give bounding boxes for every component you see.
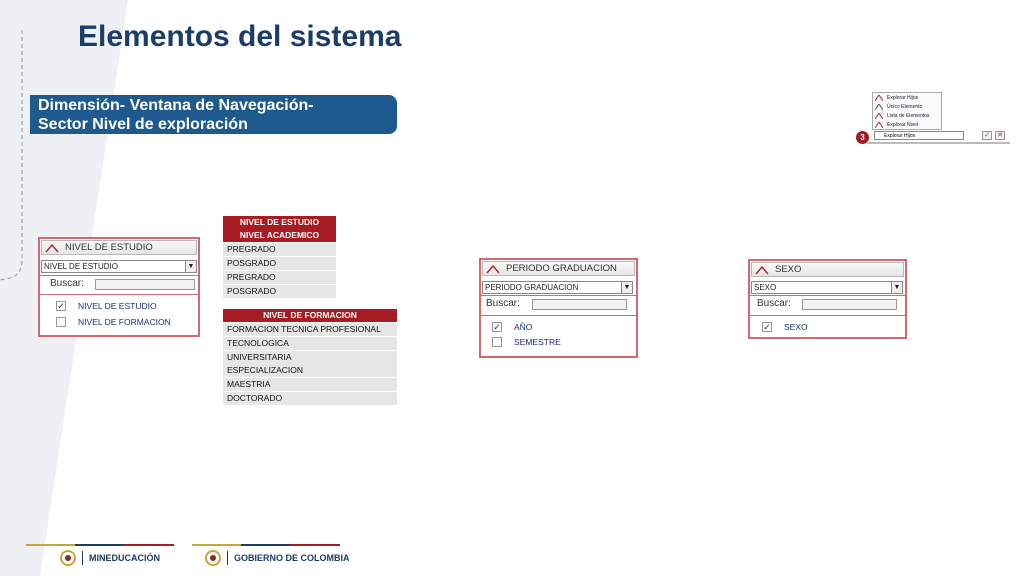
search-label: Buscar: xyxy=(50,278,84,289)
sexo-widget: SEXO SEXO ▼ Buscar: ✓ SEXO xyxy=(748,259,907,339)
widget-header[interactable]: NIVEL DE ESTUDIO xyxy=(41,240,197,255)
coat-of-arms-icon xyxy=(205,550,221,566)
menu-item-explorar-hijos[interactable]: Explorar Hijos xyxy=(873,93,941,102)
divider xyxy=(481,315,636,316)
menu-item-unico-elemento[interactable]: Único Elemento xyxy=(873,102,941,111)
mineducacion-logo: MINEDUCACIÓN xyxy=(60,550,160,566)
hierarchy-icon xyxy=(755,265,769,274)
divider xyxy=(40,294,198,295)
chevron-down-icon[interactable]: ▼ xyxy=(891,282,902,293)
section-subtitle: Dimensión- Ventana de Navegación- Sector… xyxy=(30,95,397,134)
nivel-estudio-widget: NIVEL DE ESTUDIO NIVEL DE ESTUDIO ▼ Busc… xyxy=(38,237,200,337)
exploration-select[interactable]: Explorar Hijos xyxy=(874,131,964,140)
option-sexo[interactable]: ✓ SEXO xyxy=(762,322,808,332)
footer-stripe xyxy=(26,544,174,546)
cancel-button[interactable]: ✕ xyxy=(995,131,1005,140)
option-nivel-estudio[interactable]: ✓ NIVEL DE ESTUDIO xyxy=(56,301,157,311)
table-row: PREGRADO xyxy=(223,243,336,257)
table-header-nivel-formacion: NIVEL DE FORMACION xyxy=(223,309,397,322)
logo-separator xyxy=(227,551,228,565)
table-row: UNIVERSITARIA xyxy=(223,351,397,365)
hierarchy-icon xyxy=(45,243,59,252)
divider xyxy=(481,295,636,296)
table-header-nivel-academico: NIVEL ACADEMICO xyxy=(223,229,336,242)
checkbox-unchecked[interactable] xyxy=(56,317,66,327)
subtitle-line-2: Sector Nivel de exploración xyxy=(38,116,248,133)
table-row: ESPECIALIZACION xyxy=(223,364,397,378)
exploration-menu: Explorar Hijos Único Elemento Lista de E… xyxy=(872,92,942,130)
search-label: Buscar: xyxy=(757,298,791,309)
explore-icon xyxy=(875,112,883,119)
table-row: DOCTORADO xyxy=(223,392,397,406)
search-input[interactable] xyxy=(95,279,195,290)
table-row: PREGRADO xyxy=(223,271,336,285)
confirm-button[interactable]: ✓ xyxy=(982,131,992,140)
table-row: FORMACION TECNICA PROFESIONAL xyxy=(223,323,397,337)
chevron-down-icon[interactable]: ▼ xyxy=(621,282,632,293)
search-input[interactable] xyxy=(532,299,627,310)
menu-item-lista-elementos[interactable]: Lista de Elementos xyxy=(873,111,941,120)
level-select[interactable]: NIVEL DE ESTUDIO ▼ xyxy=(41,260,197,273)
checkbox-checked[interactable]: ✓ xyxy=(56,301,66,311)
table-row: POSGRADO xyxy=(223,285,336,299)
divider xyxy=(750,295,905,296)
table-row: MAESTRIA xyxy=(223,378,397,392)
menu-item-explorar-nivel[interactable]: Explorar Nivel xyxy=(873,120,941,129)
checkbox-checked[interactable]: ✓ xyxy=(762,322,772,332)
divider xyxy=(750,315,905,316)
table-row: POSGRADO xyxy=(223,257,336,271)
chevron-down-icon[interactable]: ▼ xyxy=(185,261,196,272)
widget-header[interactable]: SEXO xyxy=(751,262,904,277)
checkbox-unchecked[interactable] xyxy=(492,337,502,347)
hierarchy-icon xyxy=(486,264,500,273)
explore-icon xyxy=(875,94,883,101)
option-nivel-formacion[interactable]: NIVEL DE FORMACION xyxy=(56,317,171,327)
search-label: Buscar: xyxy=(486,298,520,309)
coat-of-arms-icon xyxy=(60,550,76,566)
sexo-select[interactable]: SEXO ▼ xyxy=(751,281,903,294)
divider xyxy=(40,275,198,276)
search-input[interactable] xyxy=(802,299,897,310)
logo-separator xyxy=(82,551,83,565)
widget-header[interactable]: PERIODO GRADUACION xyxy=(482,261,635,276)
table-row: TECNOLOGICA xyxy=(223,337,397,351)
option-semestre[interactable]: SEMESTRE xyxy=(492,337,561,347)
option-ano[interactable]: ✓ AÑO xyxy=(492,322,532,332)
exploration-menu-screenshot: Explorar Hijos Único Elemento Lista de E… xyxy=(868,82,1010,144)
explore-icon xyxy=(875,121,883,128)
gobierno-logo: GOBIERNO DE COLOMBIA xyxy=(205,550,350,566)
periodo-graduacion-widget: PERIODO GRADUACION PERIODO GRADUACION ▼ … xyxy=(479,258,638,358)
subtitle-line-1: Dimensión- Ventana de Navegación- xyxy=(38,97,314,114)
period-select[interactable]: PERIODO GRADUACION ▼ xyxy=(482,281,633,294)
checkbox-checked[interactable]: ✓ xyxy=(492,322,502,332)
footer-stripe xyxy=(192,544,340,546)
page-title: Elementos del sistema xyxy=(78,20,402,53)
explore-icon xyxy=(875,103,883,110)
step-badge: 3 xyxy=(856,131,869,144)
table-header-nivel-estudio: NIVEL DE ESTUDIO xyxy=(223,216,336,229)
